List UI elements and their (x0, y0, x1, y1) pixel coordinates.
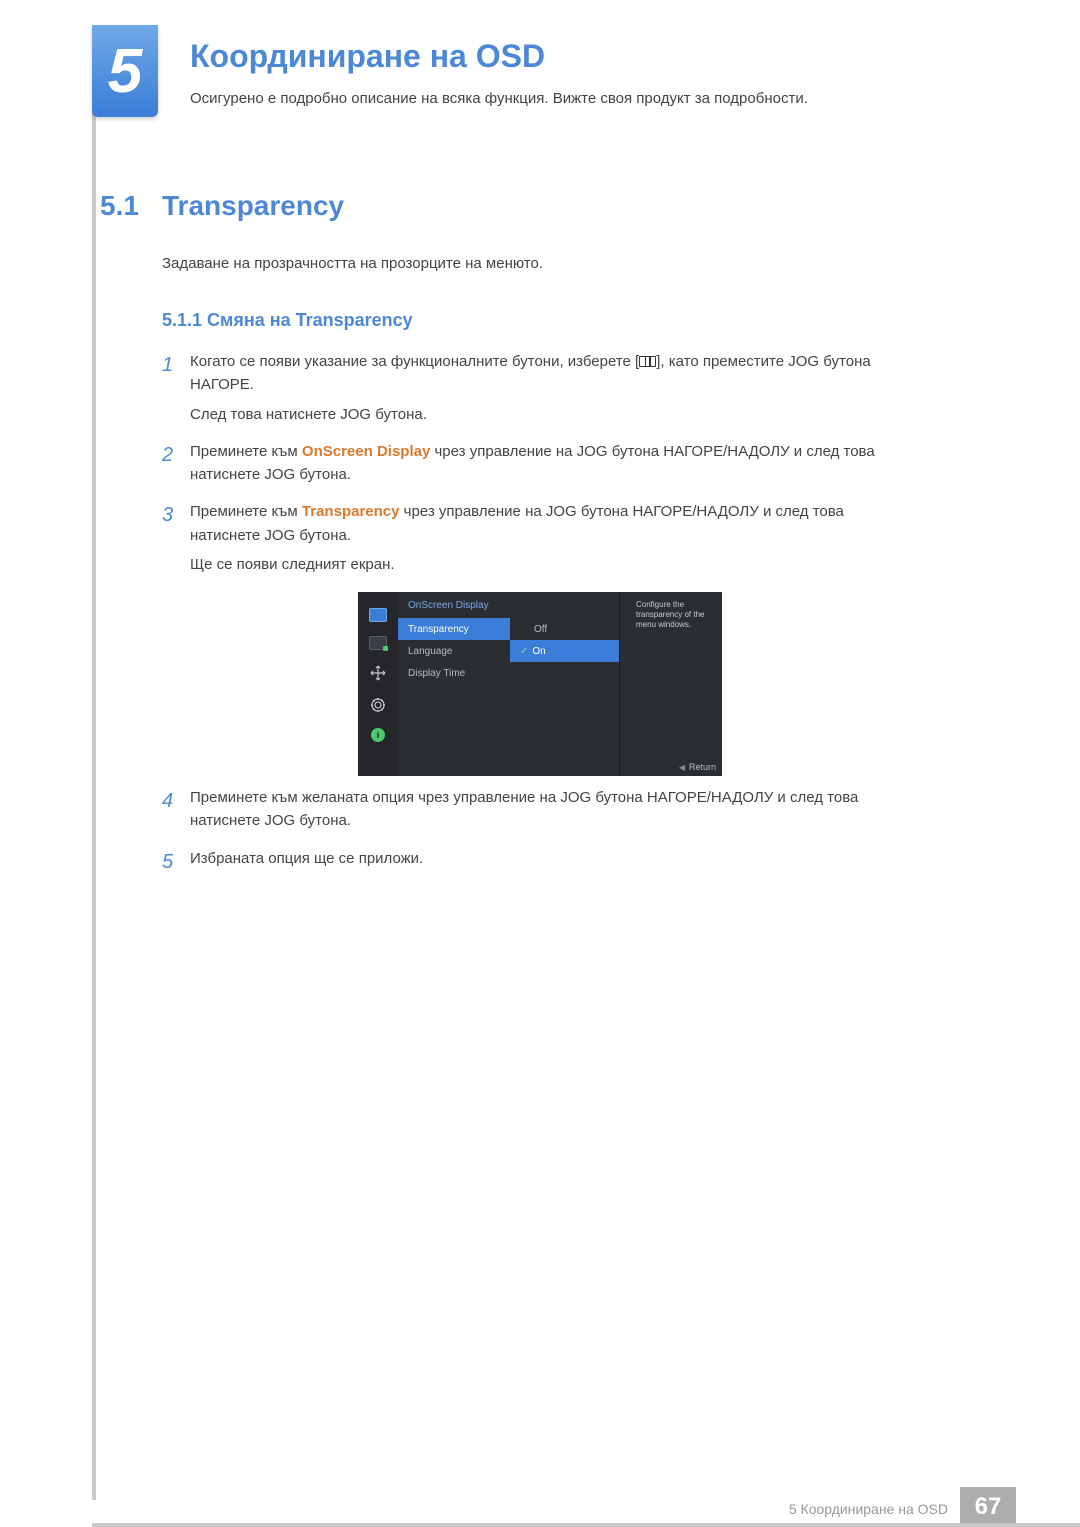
menu-button-icon (639, 356, 656, 367)
osd-option-off-label: Off (534, 624, 547, 635)
step-body: Преминете към OnScreen Display чрез упра… (190, 440, 882, 493)
osd-option-on: ✓ On (510, 640, 619, 662)
step-number: 4 (162, 786, 190, 839)
move-icon (369, 664, 387, 682)
step-number: 5 (162, 847, 190, 878)
osd-menu-column: OnScreen Display Transparency Language D… (398, 592, 510, 776)
step-number: 3 (162, 500, 190, 582)
footer-page-number: 67 (960, 1487, 1016, 1527)
step-3-text-a: Преминете към (190, 503, 302, 520)
step-5-text: Избраната опция ще се приложи. (190, 847, 882, 870)
step-4: 4 Преминете към желаната опция чрез упра… (162, 786, 882, 839)
step-3-text-2: Ще се появи следният екран. (190, 553, 882, 576)
osd-option-off: Off (510, 618, 619, 640)
step-2: 2 Преминете към OnScreen Display чрез уп… (162, 440, 882, 493)
osd-header: OnScreen Display (398, 592, 510, 618)
step-4-text: Преминете към желаната опция чрез управл… (190, 786, 882, 833)
step-body: Когато се появи указание за функционални… (190, 350, 882, 432)
monitor-icon (369, 608, 387, 622)
osd-return-hint: ◀ Return (679, 758, 716, 776)
step-3-highlight: Transparency (302, 503, 400, 520)
subsection-heading: 5.1.1 Смяна на Transparency (162, 310, 413, 331)
section-number: 5.1 (100, 190, 139, 222)
step-number: 1 (162, 350, 190, 432)
section-description: Задаване на прозрачността на прозорците … (162, 255, 543, 272)
step-2-highlight: OnScreen Display (302, 443, 430, 460)
osd-divider (619, 592, 620, 776)
section-title: Transparency (162, 190, 344, 222)
step-3: 3 Преминете към Transparency чрез управл… (162, 500, 882, 582)
osd-options-column: Off ✓ On (510, 618, 619, 662)
step-body: Преминете към желаната опция чрез управл… (190, 786, 882, 839)
chapter-title: Координиране на OSD (190, 38, 545, 75)
osd-item-language: Language (398, 640, 510, 662)
osd-item-transparency: Transparency (398, 618, 510, 640)
left-margin-bar (92, 25, 96, 1500)
chapter-description: Осигурено е подробно описание на всяка ф… (190, 90, 808, 107)
step-1: 1 Когато се появи указание за функционал… (162, 350, 882, 432)
step-1-text-a: Когато се появи указание за функционални… (190, 353, 639, 370)
footer-chapter-label: 5 Координиране на OSD (789, 1501, 948, 1517)
step-body: Избраната опция ще се приложи. (190, 847, 882, 878)
step-5: 5 Избраната опция ще се приложи. (162, 847, 882, 878)
osd-item-display-time: Display Time (398, 662, 510, 684)
step-1-text-2: След това натиснете JOG бутона. (190, 403, 882, 426)
osd-option-on-label: On (532, 646, 545, 657)
steps-lower: 4 Преминете към желаната опция чрез упра… (162, 786, 882, 886)
osd-return-label: Return (689, 762, 716, 772)
screen-settings-icon (369, 636, 387, 650)
step-body: Преминете към Transparency чрез управлен… (190, 500, 882, 582)
left-arrow-icon: ◀ (679, 763, 685, 772)
page-footer: 5 Координиране на OSD 67 (0, 1487, 1080, 1527)
step-number: 2 (162, 440, 190, 493)
info-icon: i (371, 728, 385, 742)
chapter-badge: 5 (92, 25, 158, 117)
gear-icon (369, 696, 387, 714)
osd-panel-illustration: i OnScreen Display Transparency Language… (358, 592, 722, 776)
check-icon: ✓ (520, 646, 528, 657)
osd-sidebar: i (358, 592, 398, 776)
osd-help-text: Configure the transparency of the menu w… (630, 592, 722, 630)
step-2-text-a: Преминете към (190, 443, 302, 460)
steps-upper: 1 Когато се появи указание за функционал… (162, 350, 882, 590)
footer-bar (92, 1523, 1080, 1527)
